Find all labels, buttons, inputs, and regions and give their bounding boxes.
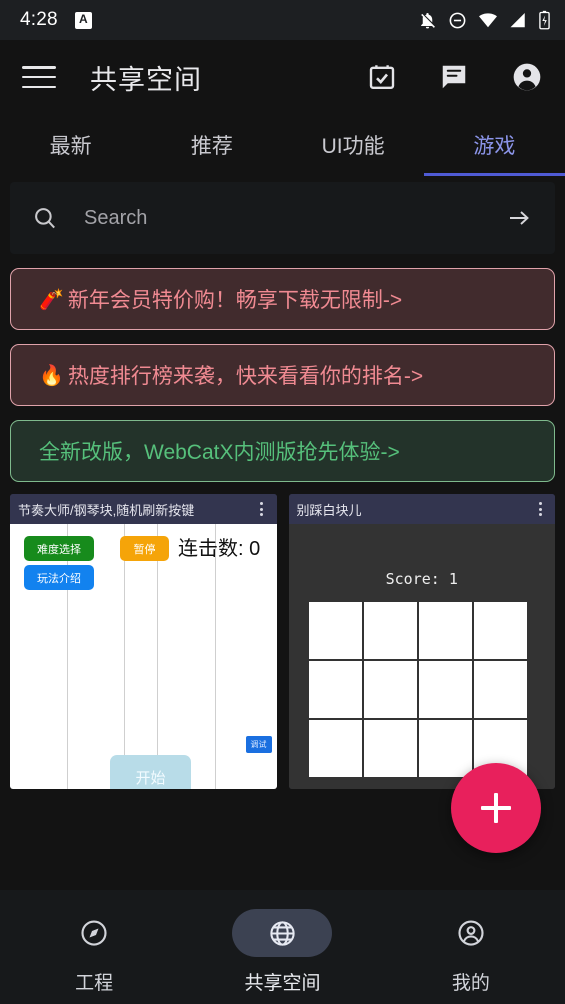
score-label: Score: 1 [385,570,458,588]
compass-icon [81,920,107,946]
card-title: 节奏大师/钢琴块,随机刷新按键 [18,502,195,518]
hamburger-menu-icon[interactable] [22,64,56,90]
difficulty-button[interactable]: 难度选择 [24,536,94,561]
banner-text: 新年会员特价购！畅享下载无限制-> [67,289,403,312]
start-button[interactable]: 开始 [110,755,191,789]
cellular-signal-icon [510,12,525,27]
firecracker-icon: 🧨 [39,288,64,311]
project-card-list: 节奏大师/钢琴块,随机刷新按键 难度选择 玩法介绍 暂停 连击数: 0 开始 调… [0,482,565,789]
banner-webcatx-beta[interactable]: 全新改版，WebCatX内测版抢先体验-> [10,420,555,482]
battery-charging-icon [539,10,550,30]
bottom-navigation: 工程 共享空间 我的 [0,890,565,1004]
card-piano-tiles[interactable]: 节奏大师/钢琴块,随机刷新按键 难度选择 玩法介绍 暂停 连击数: 0 开始 调… [10,494,277,789]
status-icons [418,10,551,30]
tab-ui-features[interactable]: UI功能 [283,114,424,176]
arrow-right-icon[interactable] [505,206,533,230]
tile [473,602,527,659]
fire-icon: 🔥 [39,364,64,387]
tile [308,602,362,659]
lane-line [124,524,125,789]
tab-label: 推荐 [190,135,233,158]
card-dont-tap-white-tile[interactable]: 别踩白块儿 Score: 1 [288,494,555,789]
search-icon[interactable] [32,205,58,231]
tab-label: 游戏 [473,135,516,158]
tile [363,720,417,777]
combo-counter: 连击数: 0 [178,538,261,560]
lane-line [67,524,68,789]
tile [418,602,472,659]
debug-badge[interactable]: 调试 [245,736,272,753]
app-bar-actions [367,61,543,93]
tab-label: UI功能 [321,135,385,158]
tile [308,661,362,718]
nav-pill [421,909,521,957]
tile [308,720,362,777]
globe-icon [270,920,295,946]
wifi-icon [479,12,497,27]
chat-icon[interactable] [439,62,469,92]
page-title: 共享空间 [90,64,202,95]
card-header: 别踩白块儿 [288,494,555,524]
status-bar: 4:28 A [0,0,565,40]
status-time: 4:28 [20,9,58,30]
tile-grid [308,602,527,777]
tile [418,720,472,777]
tile [473,661,527,718]
nav-label: 共享空间 [244,973,321,994]
tab-bar: 最新 推荐 UI功能 游戏 [0,114,565,176]
search-bar[interactable] [10,182,555,254]
search-input[interactable] [84,206,505,230]
card-title: 别踩白块儿 [296,502,362,518]
calendar-check-icon[interactable] [367,62,397,92]
bell-off-icon [421,12,435,28]
more-vertical-icon[interactable] [255,502,269,516]
nav-label: 工程 [75,973,114,994]
tab-games[interactable]: 游戏 [423,114,565,176]
app-bar: 共享空间 [0,40,565,114]
tile [363,661,417,718]
nav-item-shared-space[interactable]: 共享空间 [188,909,376,995]
lane-line [215,524,216,789]
account-circle-icon [458,920,484,946]
app-notification-badge-icon: A [74,11,92,29]
tile-game-preview: Score: 1 [288,524,555,789]
more-vertical-icon[interactable] [533,502,547,516]
tab-label: 最新 [49,135,92,158]
nav-label: 我的 [451,973,490,994]
promo-banners: 🧨 新年会员特价购！畅享下载无限制-> 🔥 热度排行榜来袭，快来看看你的排名->… [0,254,565,482]
tile [363,602,417,659]
card-preview[interactable]: Score: 1 [288,524,555,789]
card-header: 节奏大师/钢琴块,随机刷新按键 [10,494,277,524]
how-to-play-button[interactable]: 玩法介绍 [24,565,94,590]
tab-recommended[interactable]: 推荐 [141,114,282,176]
lane-line [157,524,158,789]
banner-new-year-promo[interactable]: 🧨 新年会员特价购！畅享下载无限制-> [10,268,555,330]
banner-hot-ranking[interactable]: 🔥 热度排行榜来袭，快来看看你的排名-> [10,344,555,406]
account-circle-icon[interactable] [511,61,543,93]
card-preview[interactable]: 难度选择 玩法介绍 暂停 连击数: 0 开始 调试 [10,524,277,789]
tile [418,661,472,718]
add-project-fab[interactable] [451,763,541,853]
piano-tiles-preview: 难度选择 玩法介绍 暂停 连击数: 0 开始 调试 [10,524,277,789]
nav-pill [232,909,333,957]
tab-latest[interactable]: 最新 [0,114,141,176]
do-not-disturb-icon [449,12,466,28]
banner-text: 热度排行榜来袭，快来看看你的排名-> [67,365,424,388]
nav-pill [44,909,144,957]
pause-button[interactable]: 暂停 [120,536,169,561]
banner-text: 全新改版，WebCatX内测版抢先体验-> [39,441,400,464]
nav-item-projects[interactable]: 工程 [0,909,188,995]
app-root: 4:28 A 共享空间 最新 推荐 UI功能 游戏 Search 🧨 新年会员特… [0,0,565,1004]
nav-item-mine[interactable]: 我的 [377,909,565,995]
search-section [0,176,565,254]
